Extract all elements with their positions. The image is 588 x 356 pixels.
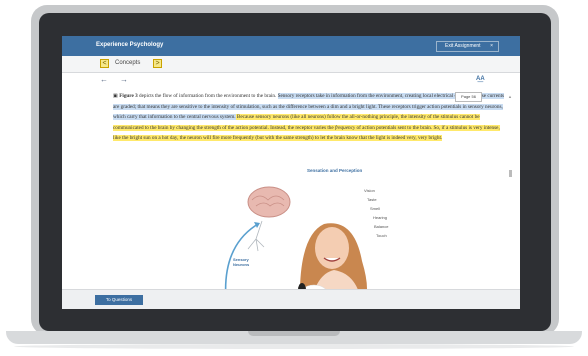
sensory-label-line2: Neurons <box>233 262 250 267</box>
footer-bar: To Questions <box>62 289 520 309</box>
reading-passage: ▣ Figure 3 depicts the flow of informati… <box>113 91 508 144</box>
app-title: Experience Psychology <box>96 42 164 48</box>
to-questions-button[interactable]: To Questions <box>95 295 143 305</box>
passage-text-1: depicts the flow of information from the… <box>137 93 278 99</box>
close-icon: × <box>490 43 493 49</box>
concept-bar: < Concepts > <box>62 56 520 73</box>
brain-illustration <box>247 186 291 218</box>
figure-reference[interactable]: Figure 3 <box>119 93 138 99</box>
sense-touch: Touch <box>376 233 387 238</box>
sense-vision: Vision <box>364 188 375 193</box>
sensation-perception-figure: Sensation and Perception Vision Taste Sm… <box>212 166 402 308</box>
laptop-base-notch <box>248 331 340 336</box>
sense-smell: Smell <box>370 206 381 211</box>
sense-hearing: Hearing <box>373 215 388 220</box>
forward-arrow-icon[interactable]: → <box>120 75 128 84</box>
text-size-icon[interactable]: A͟A <box>476 76 485 82</box>
highlight-yellow-em[interactable]: frequency <box>334 124 356 131</box>
scroll-up-icon[interactable]: ▲ <box>508 94 512 99</box>
exit-assignment-button[interactable]: Exit Assignment × <box>436 41 499 52</box>
next-concept-button[interactable]: > <box>153 59 162 68</box>
laptop-shadow <box>14 344 574 349</box>
back-arrow-icon[interactable]: ← <box>100 75 108 84</box>
exit-assignment-label: Exit Assignment <box>445 43 481 49</box>
girl-face <box>315 227 349 269</box>
arrow-head-icon <box>254 222 260 228</box>
sense-taste: Taste <box>367 197 377 202</box>
concepts-tab[interactable]: Concepts <box>115 60 140 66</box>
scrollbar-thumb[interactable] <box>509 170 512 177</box>
reader-nav: ← → A͟A <box>62 73 520 87</box>
figure-icon: ▣ <box>113 93 118 99</box>
sense-balance: Balance <box>374 224 389 229</box>
app-header: Experience Psychology Exit Assignment × <box>62 36 520 56</box>
frequency-emphasis: frequency <box>334 124 356 131</box>
sensory-neurons-label: Sensory Neurons <box>233 257 249 267</box>
previous-concept-button[interactable]: < <box>100 59 109 68</box>
screen: Experience Psychology Exit Assignment × … <box>62 36 520 309</box>
page-number-badge: Page 56 <box>455 92 482 102</box>
